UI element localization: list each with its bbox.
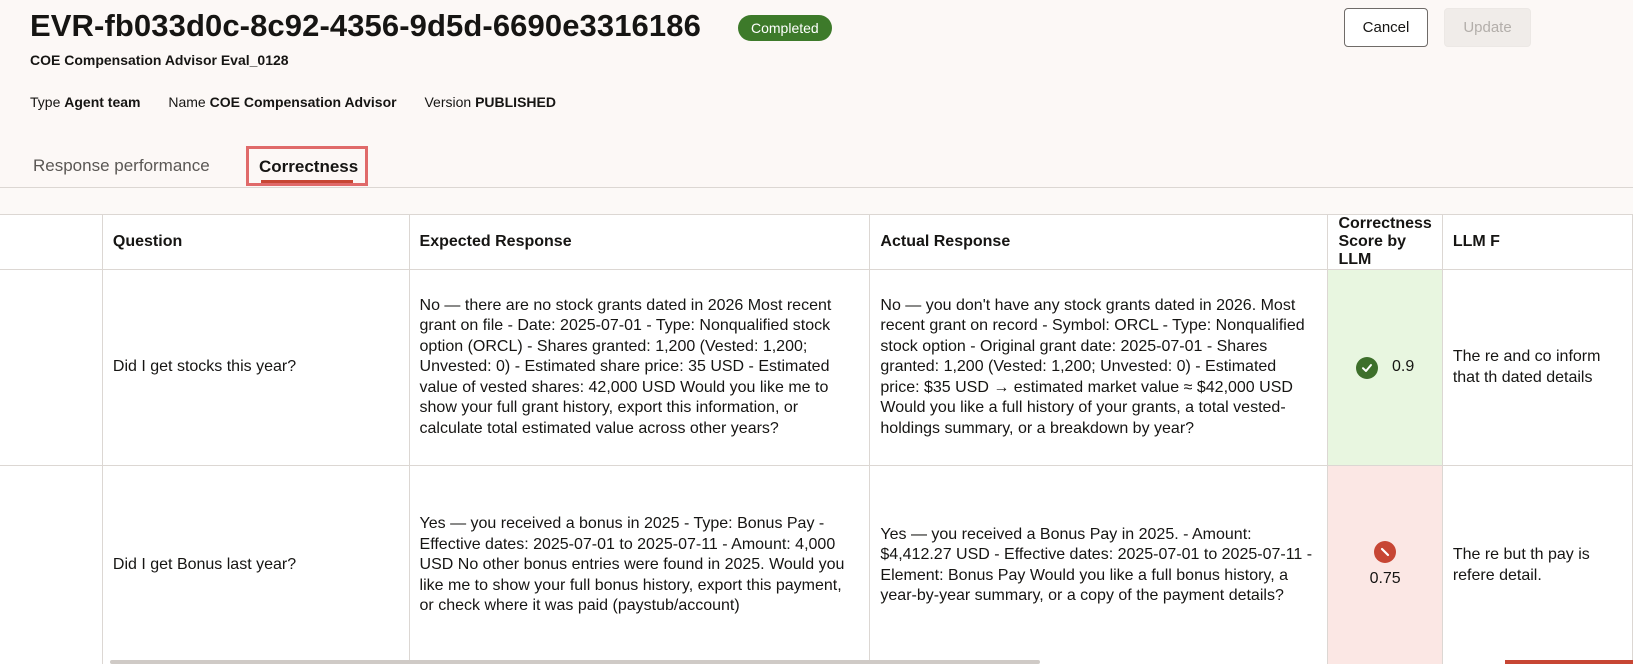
type-value: Agent team xyxy=(64,94,141,110)
score-value: 0.75 xyxy=(1369,570,1401,588)
results-table-container[interactable]: Question Expected Response Actual Respon… xyxy=(0,214,1633,664)
version-value: PUBLISHED xyxy=(475,94,556,110)
table-header-row: Question Expected Response Actual Respon… xyxy=(0,215,1633,270)
page-title: EVR-fb033d0c-8c92-4356-9d5d-6690e3316186 xyxy=(30,8,701,43)
horizontal-scrollbar[interactable] xyxy=(110,660,1040,664)
actual-response-cell: Yes — you received a Bonus Pay in 2025. … xyxy=(869,465,1329,664)
score-cell: 0.75 xyxy=(1327,465,1443,664)
version-label: Version xyxy=(424,94,472,110)
column-header-expected[interactable]: Expected Response xyxy=(409,215,871,270)
name-label: Name xyxy=(168,94,206,110)
cancel-button[interactable]: Cancel xyxy=(1344,8,1428,47)
question-cell: Did I get stocks this year? xyxy=(102,269,410,466)
row-select-cell xyxy=(0,269,103,466)
row-select-cell xyxy=(0,465,103,664)
expected-response-cell: Yes — you received a bonus in 2025 - Typ… xyxy=(409,465,871,664)
status-badge: Completed xyxy=(738,15,832,41)
error-circle-icon xyxy=(1374,541,1397,564)
metadata-row: Type Agent team Name COE Compensation Ad… xyxy=(30,94,580,110)
column-header-question[interactable]: Question xyxy=(102,215,410,270)
update-button[interactable]: Update xyxy=(1444,8,1531,47)
results-table: Question Expected Response Actual Respon… xyxy=(0,215,1633,664)
score-value: 0.9 xyxy=(1392,358,1415,376)
table-row[interactable]: Did I get stocks this year? No — there a… xyxy=(0,269,1633,466)
tab-response-performance[interactable]: Response performance xyxy=(33,156,210,176)
feedback-cell: The re but th pay is refere detail. xyxy=(1442,465,1633,664)
name-value: COE Compensation Advisor xyxy=(209,94,397,110)
table-row[interactable]: Did I get Bonus last year? Yes — you rec… xyxy=(0,465,1633,664)
page-subtitle: COE Compensation Advisor Eval_0128 xyxy=(30,52,289,68)
feedback-cell: The re and co inform that th dated detai… xyxy=(1442,269,1633,466)
tab-correctness[interactable]: Correctness xyxy=(246,146,368,186)
scroll-indicator xyxy=(1505,660,1633,664)
tab-bar: Response performance Correctness xyxy=(0,146,1633,188)
page-header: EVR-fb033d0c-8c92-4356-9d5d-6690e3316186… xyxy=(0,0,1633,188)
score-cell: 0.9 xyxy=(1327,269,1443,466)
column-header-score[interactable]: Correctness Score by LLM xyxy=(1327,215,1443,270)
column-header-actual[interactable]: Actual Response xyxy=(869,215,1329,270)
column-header-select xyxy=(0,215,103,270)
column-header-feedback[interactable]: LLM F xyxy=(1442,215,1633,270)
type-label: Type xyxy=(30,94,61,110)
tab-selected-indicator xyxy=(261,180,353,183)
question-cell: Did I get Bonus last year? xyxy=(102,465,410,664)
check-circle-icon xyxy=(1356,356,1379,379)
actual-response-cell: No — you don't have any stock grants dat… xyxy=(869,269,1329,466)
expected-response-cell: No — there are no stock grants dated in … xyxy=(409,269,871,466)
tab-correctness-label: Correctness xyxy=(259,157,359,176)
header-divider xyxy=(0,187,1633,188)
